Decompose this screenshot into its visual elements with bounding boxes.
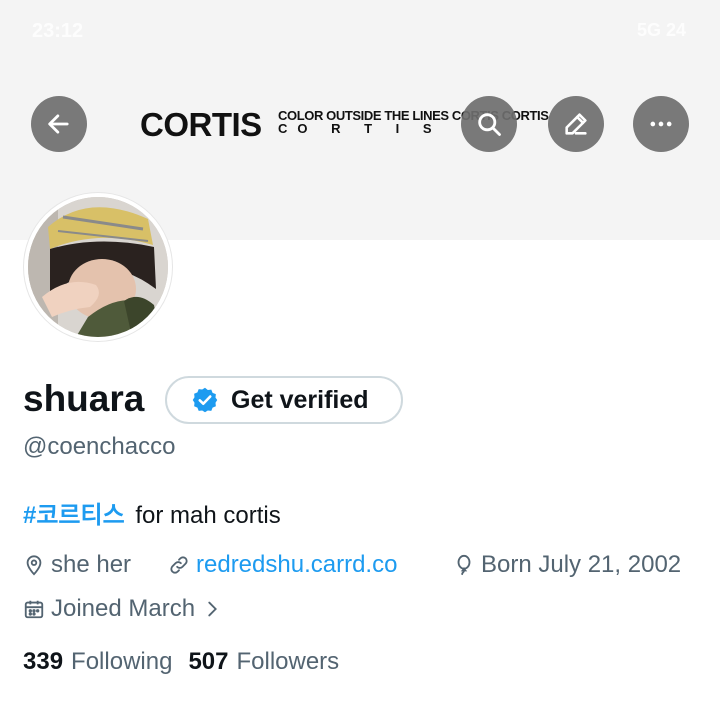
status-bar: 23:12 5G 24 (0, 0, 720, 62)
banner-subtext: CO R T I S (278, 121, 442, 136)
profile-stats: 339 Following 507 Followers (23, 648, 355, 676)
profile-birthday: Born July 21, 2002 (453, 551, 681, 579)
following-count: 339 (23, 648, 64, 675)
followers-count: 507 (188, 648, 229, 675)
avatar-image (28, 197, 168, 337)
edit-button[interactable] (548, 96, 604, 152)
chevron-right-icon (208, 601, 218, 617)
profile-joined[interactable]: Joined March (23, 595, 229, 623)
more-horizontal-icon (650, 121, 672, 127)
get-verified-label: Get verified (231, 385, 369, 414)
calendar-icon (24, 600, 44, 619)
display-name: shuara (23, 378, 145, 419)
location-text: she her (51, 551, 132, 578)
birthday-text: Born July 21, 2002 (481, 551, 682, 578)
back-button[interactable] (31, 96, 87, 152)
following-link[interactable]: 339 Following (23, 648, 172, 676)
following-label: Following (71, 648, 173, 675)
profile-website[interactable]: redredshu.carrd.co (168, 551, 397, 579)
verified-badge-icon (192, 387, 218, 413)
location-pin-icon (26, 555, 42, 576)
bio: #코르티스 for mah cortis (23, 495, 281, 530)
balloon-icon (457, 554, 471, 576)
website-link[interactable]: redredshu.carrd.co (196, 551, 397, 579)
search-icon (478, 113, 501, 136)
banner-logo: CORTIS (140, 106, 262, 143)
status-time: 23:12 (32, 20, 84, 42)
profile-location: she her (23, 551, 131, 579)
link-icon (170, 556, 188, 574)
arrow-left-icon (48, 114, 69, 134)
bio-text: for mah cortis (135, 502, 281, 529)
more-options-button[interactable] (633, 96, 689, 152)
joined-text: Joined March (51, 595, 196, 622)
edit-icon (565, 113, 587, 135)
search-button[interactable] (461, 96, 517, 152)
bio-hashtag-link[interactable]: #코르티스 (23, 502, 125, 529)
user-handle: @coenchacco (23, 433, 176, 460)
get-verified-button[interactable]: Get verified (165, 376, 403, 424)
followers-label: Followers (236, 648, 340, 675)
followers-link[interactable]: 507 Followers (188, 648, 339, 676)
avatar[interactable] (24, 193, 172, 341)
status-indicators: 5G 24 (636, 20, 686, 40)
